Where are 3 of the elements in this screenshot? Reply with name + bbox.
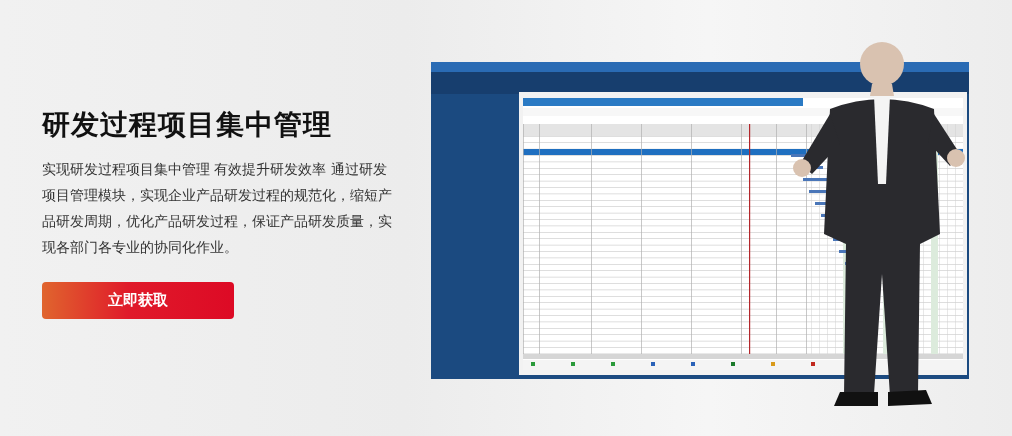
- get-now-button[interactable]: 立即获取: [42, 281, 234, 319]
- hero-title: 研发过程项目集中管理: [42, 108, 332, 142]
- hero-description: 实现研发过程项目集中管理 有效提升研发效率 通过研发项目管理模块，实现企业产品研发过程的规范化，缩短产品研发周期，优化产品研发过程，保证产品研发质量，实现各部门各专业的协同化作业。: [42, 159, 393, 257]
